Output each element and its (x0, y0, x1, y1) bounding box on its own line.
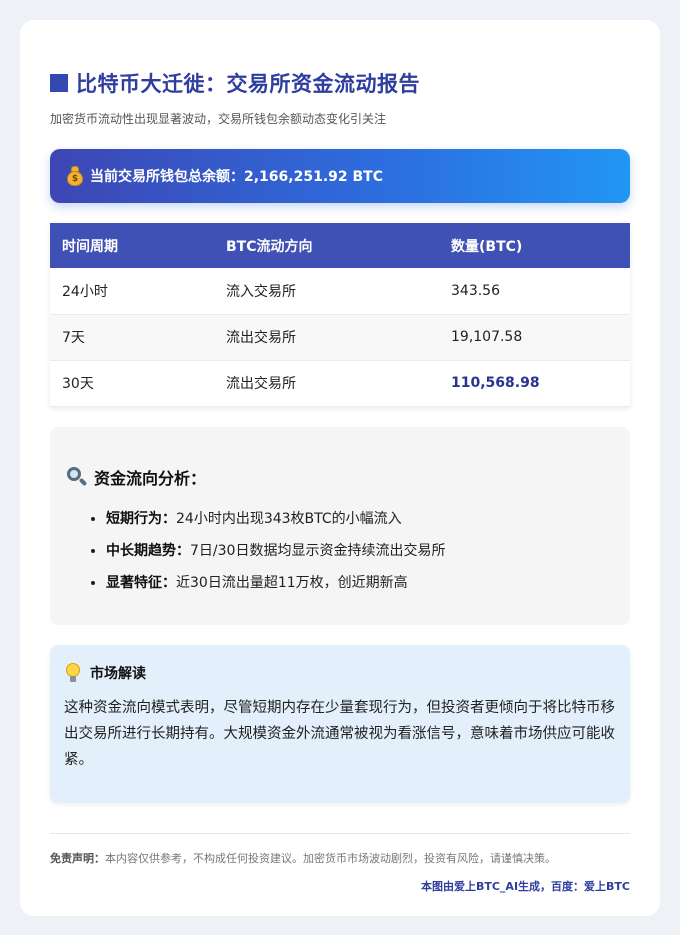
analysis-title: 资金流向分析： (66, 465, 614, 489)
flow-table: 时间周期 BTC流动方向 数量(BTC) 24小时 流入交易所 343.56 7… (50, 223, 630, 407)
list-item-text: 近30日流出量超11万枚，创近期新高 (176, 574, 408, 591)
table-cell-amount: 19,107.58 (439, 314, 630, 361)
table-cell-period: 30天 (50, 360, 214, 407)
list-item-label: 短期行为： (106, 510, 176, 527)
footer-divider (50, 832, 630, 834)
list-item-label: 中长期趋势： (106, 542, 190, 559)
list-item: 中长期趋势：7日/30日数据均显示资金持续流出交易所 (106, 541, 614, 561)
table-cell-period: 7天 (50, 314, 214, 361)
analysis-list: 短期行为：24小时内出现343枚BTC的小幅流入 中长期趋势：7日/30日数据均… (66, 509, 614, 593)
table-cell-direction: 流出交易所 (214, 360, 439, 407)
interpretation-text: 这种资金流向模式表明，尽管短期内存在少量套现行为，但投资者更倾向于将比特币移出交… (64, 699, 615, 768)
list-item: 显著特征：近30日流出量超11万枚，创近期新高 (106, 573, 614, 593)
table-cell-amount-highlight: 110,568.98 (439, 360, 630, 407)
interpretation-title: 市场解读 (64, 662, 616, 683)
page-title: 比特币大迁徙：交易所资金流动报告 (50, 68, 630, 98)
interpretation-title-text: 市场解读 (90, 665, 146, 682)
disclaimer-text: 本内容仅供参考，不构成任何投资建议。加密货币市场波动剧烈，投资有风险，请谨慎决策… (105, 851, 556, 865)
list-item-text: 7日/30日数据均显示资金持续流出交易所 (190, 542, 446, 559)
list-item-label: 显著特征： (106, 574, 176, 591)
table-header-period: 时间周期 (62, 238, 118, 255)
interpretation-section: 市场解读 这种资金流向模式表明，尽管短期内存在少量套现行为，但投资者更倾向于将比… (50, 644, 630, 803)
balance-banner: $ 当前交易所钱包总余额：2,166,251.92 BTC (50, 149, 630, 203)
credit-text: 本图由爱上BTC_AI生成，百度：爱上BTC (420, 879, 630, 893)
page-title-text: 比特币大迁徙：交易所资金流动报告 (76, 72, 420, 96)
magnifier-icon (66, 466, 88, 488)
money-bag-icon: $ (66, 166, 84, 186)
disclaimer: 免责声明：本内容仅供参考，不构成任何投资建议。加密货币市场波动剧烈，投资有风险，… (50, 850, 630, 866)
table-cell-period: 24小时 (50, 268, 214, 315)
list-item: 短期行为：24小时内出现343枚BTC的小幅流入 (106, 509, 614, 529)
analysis-section: 资金流向分析： 短期行为：24小时内出现343枚BTC的小幅流入 中长期趋势：7… (50, 426, 630, 625)
balance-text: 当前交易所钱包总余额：2,166,251.92 BTC (90, 169, 383, 185)
table-header-amount: 数量(BTC) (451, 238, 523, 255)
page-subtitle: 加密货币流动性出现显著波动，交易所钱包余额动态变化引关注 (50, 112, 387, 126)
analysis-title-text: 资金流向分析： (94, 468, 207, 488)
table-row: 24小时 流入交易所 343.56 (50, 268, 630, 315)
table-cell-amount: 343.56 (439, 268, 630, 315)
table-row: 30天 流出交易所 110,568.98 (50, 360, 630, 407)
table-cell-direction: 流出交易所 (214, 314, 439, 361)
list-item-text: 24小时内出现343枚BTC的小幅流入 (176, 510, 402, 527)
lightbulb-icon (64, 662, 82, 683)
table-cell-direction: 流入交易所 (214, 268, 439, 315)
table-row: 7天 流出交易所 19,107.58 (50, 314, 630, 361)
disclaimer-label: 免责声明： (50, 851, 105, 865)
table-header-direction: BTC流动方向 (226, 238, 313, 255)
table-header-row: 时间周期 BTC流动方向 数量(BTC) (50, 223, 630, 268)
square-icon (50, 74, 68, 92)
report-card: 比特币大迁徙：交易所资金流动报告 加密货币流动性出现显著波动，交易所钱包余额动态… (20, 20, 660, 916)
